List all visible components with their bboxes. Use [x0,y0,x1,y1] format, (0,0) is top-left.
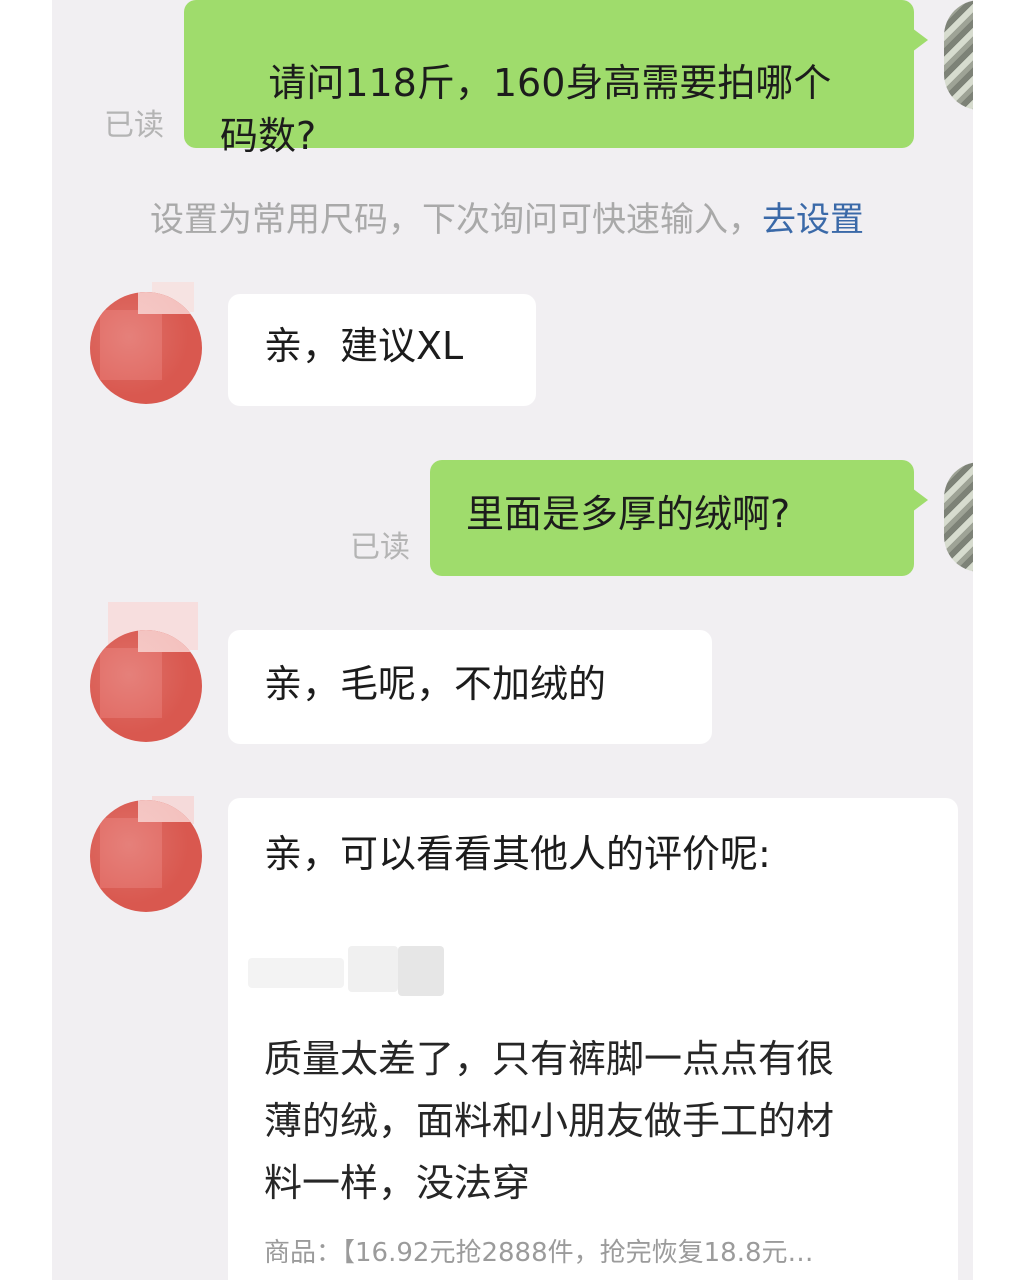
incoming-message-bubble[interactable]: 亲，建议XL [228,294,536,406]
reviewer-info-mosaic [248,946,478,996]
product-line[interactable]: 商品：【16.92元抢2888件，抢完恢复18.8元… [264,1232,814,1269]
read-receipt: 已读 [350,530,410,565]
size-hint: 设置为常用尺码，下次询问可快速输入，去设置 [150,192,864,241]
chat-screen: 已读 请问118斤，160身高需要拍哪个 码数? 设置为常用尺码，下次询问可快速… [52,0,973,1280]
product-label: 商品： [264,1238,343,1268]
my-avatar[interactable] [944,0,973,110]
message-text: 亲，建议XL [264,324,464,368]
message-text: 请问118斤，160身高需要拍哪个 码数? [220,61,832,159]
message-text: 亲，毛呢，不加绒的 [264,662,607,706]
outgoing-message-bubble[interactable]: 请问118斤，160身高需要拍哪个 码数? [184,0,928,158]
review-text: 质量太差了，只有裤脚一点点有很 薄的绒，面料和小朋友做手工的材 料一样，没法穿 [264,1037,835,1205]
incoming-message-bubble[interactable]: 亲，毛呢，不加绒的 [228,630,712,744]
outgoing-message-bubble[interactable]: 里面是多厚的绒啊? [430,460,928,576]
product-value: 【16.92元抢2888件，抢完恢复18.8元… [342,1238,814,1268]
hint-text: 设置为常用尺码，下次询问可快速输入， [150,200,762,240]
message-text: 亲，可以看看其他人的评价呢: [264,832,771,876]
message-text: 里面是多厚的绒啊? [466,492,791,536]
read-receipt: 已读 [104,108,164,143]
go-settings-link[interactable]: 去设置 [762,200,864,240]
shop-avatar[interactable] [90,630,202,742]
shop-avatar[interactable] [90,800,202,912]
shop-avatar[interactable] [90,292,202,404]
my-avatar[interactable] [944,462,973,572]
